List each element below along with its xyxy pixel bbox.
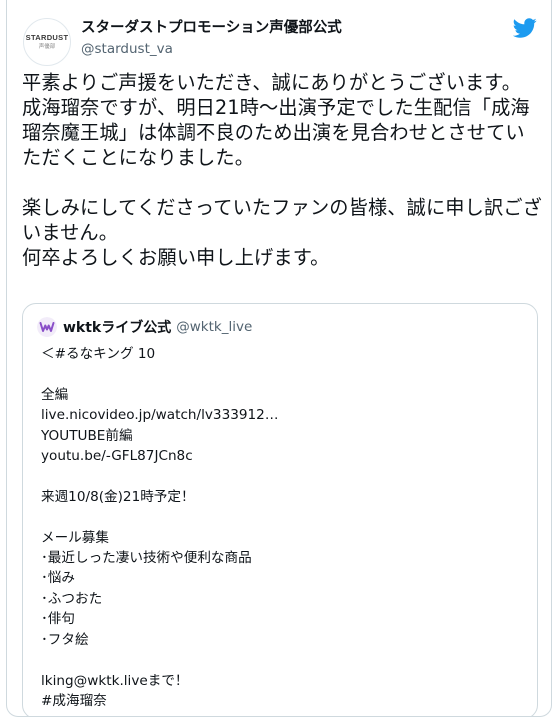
tweet-header: STARDUST 声優部 スターダストプロモーション声優部公式 @stardus… xyxy=(19,8,541,66)
quoted-author-handle[interactable]: @wktk_live xyxy=(176,319,252,335)
quoted-tweet-text: ＜#るなキング 10 全編 live.nicovideo.jp/watch/lv… xyxy=(41,346,279,709)
author-display-name[interactable]: スターダストプロモーション声優部公式 xyxy=(81,18,342,38)
twitter-bird-icon[interactable] xyxy=(513,16,537,40)
avatar-logo-text: STARDUST xyxy=(25,33,69,42)
quoted-tweet[interactable]: wktkライブ公式 @wktk_live ＜#るなキング 10 全編 live.… xyxy=(22,303,538,716)
avatar-sub-text: 声優部 xyxy=(38,43,56,50)
avatar[interactable]: STARDUST 声優部 xyxy=(23,18,71,66)
wktk-logo-icon[interactable] xyxy=(37,317,57,337)
tweet-card: STARDUST 声優部 スターダストプロモーション声優部公式 @stardus… xyxy=(6,0,552,717)
quoted-tweet-header: wktkライブ公式 @wktk_live xyxy=(37,316,252,338)
tweet-text: 平素よりご声援をいただき、誠にありがとうございます。 成海瑠奈ですが、明日21時… xyxy=(22,71,542,269)
quoted-author-display-name[interactable]: wktkライブ公式 xyxy=(63,317,171,337)
author-info: スターダストプロモーション声優部公式 @stardust_va xyxy=(81,18,342,59)
author-handle[interactable]: @stardust_va xyxy=(81,39,342,59)
